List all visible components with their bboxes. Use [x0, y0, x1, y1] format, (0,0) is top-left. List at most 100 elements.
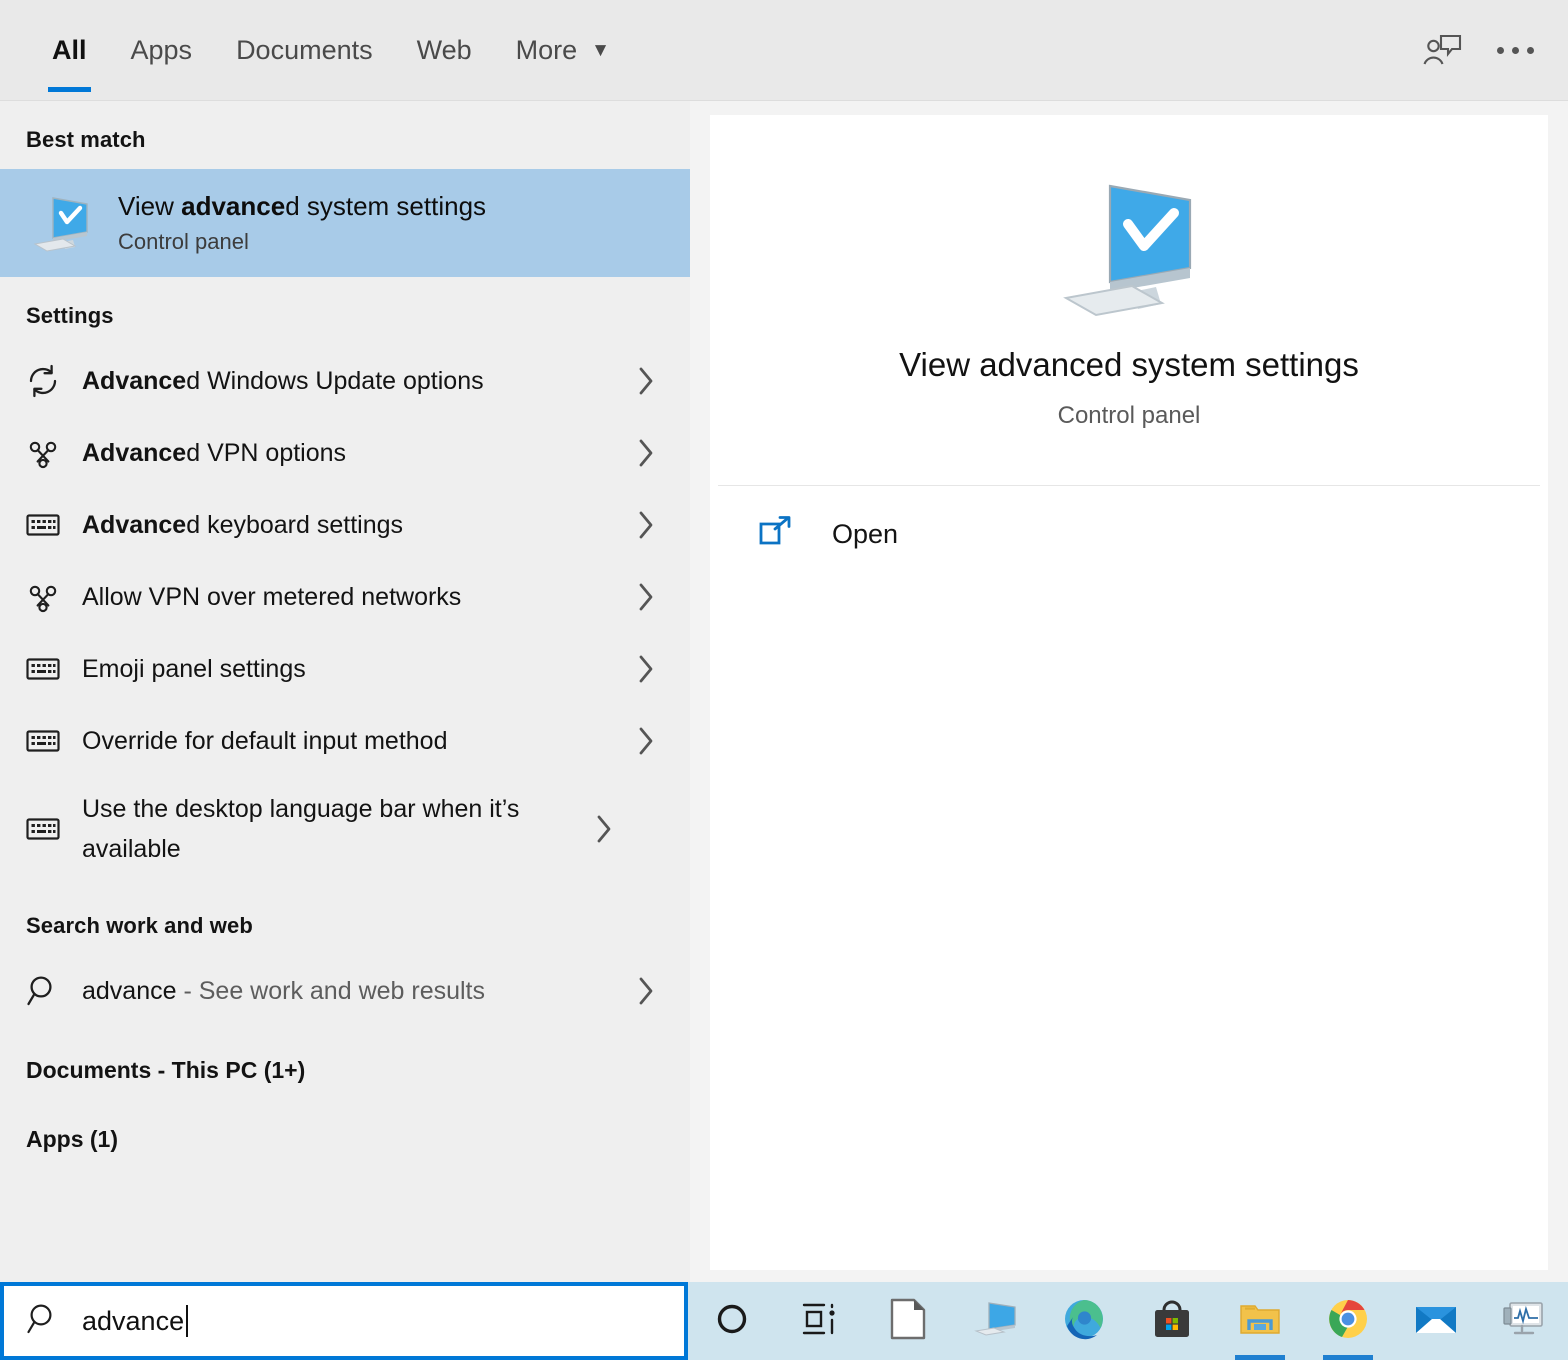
open-external-icon [758, 515, 792, 554]
tab-more-label: More [516, 35, 578, 66]
taskbar-item-mail[interactable] [1392, 1282, 1480, 1360]
vpn-icon [22, 580, 64, 614]
label-rest: d Windows Update options [186, 367, 483, 395]
best-match-subtitle: Control panel [118, 229, 486, 255]
results-pane: Best match View advanced system settings… [0, 101, 690, 1282]
preview-card: View advanced system settings Control pa… [710, 115, 1548, 1270]
text-cursor [186, 1305, 188, 1337]
setting-item-label: Override for default input method [64, 721, 626, 762]
label-rest: Emoji panel settings [82, 655, 306, 683]
mail-envelope-icon [1414, 1302, 1458, 1341]
search-work-web-heading: Search work and web [0, 881, 690, 955]
setting-item-desktop-language-bar[interactable]: Use the desktop language bar when it’s a… [0, 777, 690, 881]
keyboard-icon [22, 816, 64, 842]
search-tab-bar: All Apps Documents Web More ▼ [0, 0, 1568, 101]
chevron-right-icon [626, 654, 666, 684]
chevron-down-icon: ▼ [591, 40, 610, 62]
setting-item-emoji-panel[interactable]: Emoji panel settings [0, 633, 690, 705]
search-input-value-wrap: advance [82, 1305, 188, 1337]
setting-item-override-input-method[interactable]: Override for default input method [0, 705, 690, 777]
tab-web[interactable]: Web [395, 0, 494, 100]
web-query: advance [82, 977, 177, 1005]
taskbar-item-microsoft-edge[interactable] [1040, 1282, 1128, 1360]
web-suffix: - See work and web results [177, 977, 485, 1005]
feedback-person-icon[interactable] [1423, 32, 1463, 68]
taskbar [688, 1282, 1568, 1360]
store-bag-icon [1151, 1298, 1193, 1345]
tab-all[interactable]: All [30, 0, 109, 100]
tab-more[interactable]: More ▼ [494, 0, 632, 100]
tab-web-label: Web [417, 35, 472, 66]
perf-monitor-icon [1502, 1300, 1546, 1343]
monitor-check-icon [30, 192, 92, 254]
keyboard-icon [22, 728, 64, 754]
web-search-label: advance - See work and web results [64, 971, 626, 1012]
best-match-heading: Best match [0, 101, 690, 169]
keyboard-icon [22, 512, 64, 538]
chevron-right-icon [626, 582, 666, 612]
chrome-icon [1327, 1298, 1369, 1345]
documents-count-heading[interactable]: Documents - This PC (1+) [0, 1027, 690, 1096]
bm-bold: advance [181, 191, 285, 221]
tab-list: All Apps Documents Web More ▼ [0, 0, 632, 100]
chevron-right-icon [626, 976, 666, 1006]
search-icon [22, 974, 64, 1008]
tab-apps[interactable]: Apps [109, 0, 215, 100]
monitor-check-large-icon [1054, 170, 1204, 320]
setting-item-keyboard-settings[interactable]: Advanced keyboard settings [0, 489, 690, 561]
label-rest: Override for default input method [82, 727, 447, 755]
setting-item-label: Allow VPN over metered networks [64, 577, 626, 618]
settings-heading: Settings [0, 277, 690, 345]
setting-item-label: Advanced VPN options [64, 433, 626, 474]
document-page-icon [889, 1298, 927, 1345]
apps-count-heading[interactable]: Apps (1) [0, 1096, 690, 1165]
taskbar-item-remote-desktop[interactable] [952, 1282, 1040, 1360]
best-match-text: View advanced system settings Control pa… [118, 191, 486, 255]
label-bold: Advance [82, 367, 186, 395]
preview-subtitle: Control panel [1058, 402, 1201, 430]
tab-apps-label: Apps [131, 35, 193, 66]
label-rest: Allow VPN over metered networks [82, 583, 461, 611]
taskbar-item-libreoffice[interactable] [864, 1282, 952, 1360]
taskbar-item-cortana[interactable] [688, 1282, 776, 1360]
setting-item-label: Emoji panel settings [64, 649, 626, 690]
label-rest: Use the desktop language bar when it’s a… [82, 795, 519, 864]
sync-refresh-icon [22, 364, 64, 398]
open-action-label: Open [832, 519, 898, 550]
search-input-value: advance [82, 1306, 184, 1337]
label-bold: Advance [82, 439, 186, 467]
open-action-row[interactable]: Open [710, 486, 1548, 582]
cortana-circle-icon [713, 1300, 751, 1343]
taskbar-item-microsoft-store[interactable] [1128, 1282, 1216, 1360]
taskbar-active-indicator [1323, 1355, 1373, 1360]
taskbar-item-task-view[interactable] [776, 1282, 864, 1360]
best-match-result[interactable]: View advanced system settings Control pa… [0, 169, 690, 277]
web-search-result[interactable]: advance - See work and web results [0, 955, 690, 1027]
setting-item-label: Use the desktop language bar when it’s a… [64, 789, 584, 870]
tab-all-label: All [52, 35, 87, 66]
taskbar-item-file-explorer[interactable] [1216, 1282, 1304, 1360]
preview-title: View advanced system settings [899, 346, 1359, 384]
chevron-right-icon [626, 726, 666, 756]
label-bold: Advance [82, 511, 186, 539]
taskbar-item-google-chrome[interactable] [1304, 1282, 1392, 1360]
setting-item-vpn-options[interactable]: Advanced VPN options [0, 417, 690, 489]
taskbar-active-indicator [1235, 1355, 1285, 1360]
tab-bar-actions [1423, 0, 1568, 100]
search-input[interactable]: advance [0, 1282, 688, 1360]
tab-documents[interactable]: Documents [214, 0, 395, 100]
search-flyout: All Apps Documents Web More ▼ [0, 0, 1568, 1360]
edge-icon [1063, 1298, 1105, 1345]
pc-monitor-icon [974, 1300, 1018, 1343]
label-rest: d keyboard settings [186, 511, 403, 539]
folder-icon [1238, 1300, 1282, 1343]
vpn-icon [22, 436, 64, 470]
taskbar-item-task-manager[interactable] [1480, 1282, 1568, 1360]
keyboard-icon [22, 656, 64, 682]
chevron-right-icon [626, 438, 666, 468]
bm-suffix: d system settings [285, 191, 486, 221]
task-view-icon [800, 1302, 840, 1341]
setting-item-vpn-metered[interactable]: Allow VPN over metered networks [0, 561, 690, 633]
setting-item-windows-update[interactable]: Advanced Windows Update options [0, 345, 690, 417]
ellipsis-icon[interactable] [1497, 47, 1534, 54]
